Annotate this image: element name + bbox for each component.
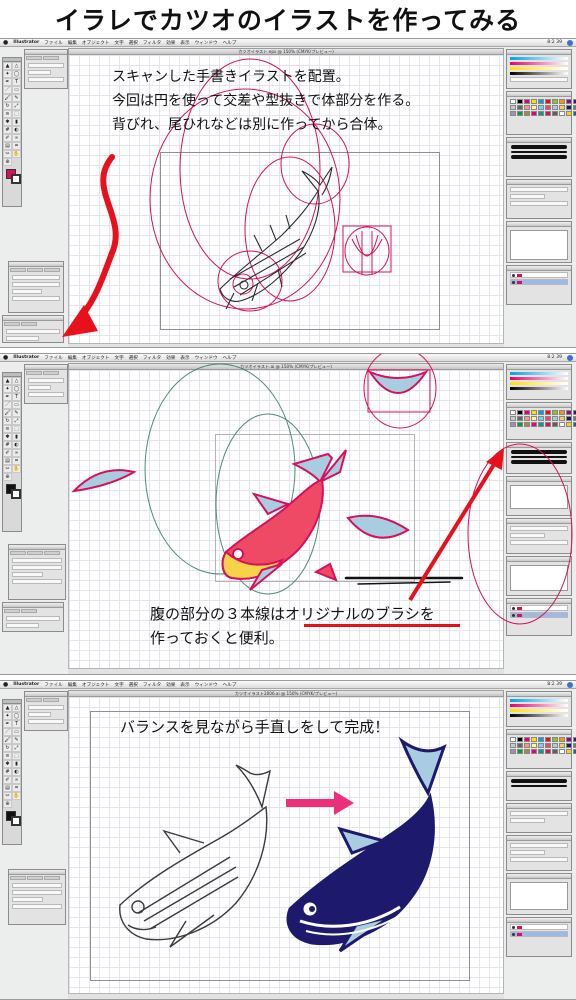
final-fish-body [286,792,435,946]
fin-guide-box [342,225,392,273]
sketch-fish-body [119,805,268,941]
caption-line: 作っておくと便利。 [150,629,284,647]
final-fish-tail [398,736,447,797]
caption-line: 今回は円を使って交差や型抜きで体部分を作る。 [112,93,420,109]
dorsal-fin-top [367,369,429,394]
sketch-fish-eye [131,900,145,914]
colored-fish [221,449,347,591]
page-title: イラレでカツオのイラストを作ってみる [0,0,576,38]
fin-part-left [71,469,137,493]
screenshot-panel-2: ● Illustrator ファイル 編集 オブジェクト 文字 選択 フィルタ … [0,353,576,675]
fin-part-right [346,514,410,539]
screenshot-panel-3: ● Illustrator ファイル 編集 オブジェクト 文字 選択 フィルタ … [0,680,576,1000]
caption-underline [304,624,460,627]
final-fish [286,736,447,953]
guide-circle-eye [232,273,254,295]
sketch-fish [119,764,272,948]
sketch-fish-tail [235,764,272,810]
caption-line: 背びれ、尾ひれなどは別に作ってから合体。 [112,117,392,133]
brush-stroke-sample [344,576,464,585]
caption-line: スキャンした手書きイラストを配置。 [112,69,350,85]
caption-line: バランスを見ながら手直しをして完成！ [120,718,390,736]
fish-eye [232,548,244,560]
caption-line: 腹の部分の３本線はオリジナルのブラシを [150,605,435,623]
guide-arrow-red [71,154,119,328]
guide-ellipse-head [217,250,283,312]
construction-drawing [71,354,573,625]
screenshot-panel-1: ● Illustrator ファイル 編集 オブジェクト 文字 選択 フィルタ … [0,38,576,348]
fin-guide-ellipse [344,226,390,276]
